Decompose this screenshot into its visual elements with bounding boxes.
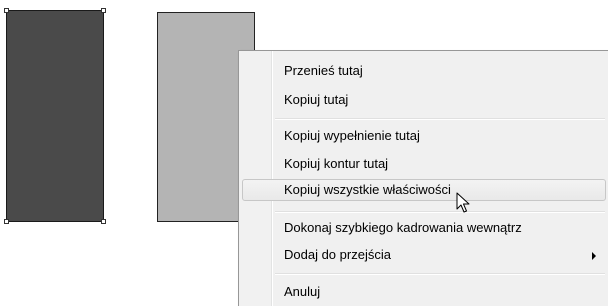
menu-separator bbox=[275, 211, 605, 213]
menu-item-add-to-blend[interactable]: Dodaj do przejścia bbox=[242, 244, 606, 266]
dark-rectangle[interactable] bbox=[4, 8, 106, 224]
menu-item-copy-here[interactable]: Kopiuj tutaj bbox=[242, 89, 606, 111]
menu-item-quick-powerclip-inside[interactable]: Dokonaj szybkiego kadrowania wewnątrz bbox=[242, 217, 606, 239]
menu-item-copy-all-properties[interactable]: Kopiuj wszystkie właściwości bbox=[242, 179, 606, 201]
menu-separator bbox=[275, 273, 605, 275]
chevron-right-icon bbox=[592, 252, 596, 260]
menu-item-copy-outline-here[interactable]: Kopiuj kontur tutaj bbox=[242, 153, 606, 175]
menu-item-label: Anuluj bbox=[284, 284, 321, 299]
menu-item-label: Kopiuj tutaj bbox=[284, 92, 349, 107]
menu-item-copy-fill-here[interactable]: Kopiuj wypełnienie tutaj bbox=[242, 125, 606, 147]
menu-item-cancel[interactable]: Anuluj bbox=[242, 281, 606, 303]
menu-item-move-here[interactable]: Przenieś tutaj bbox=[242, 60, 606, 82]
menu-item-label: Dodaj do przejścia bbox=[284, 247, 391, 262]
menu-item-label: Przenieś tutaj bbox=[284, 63, 363, 78]
menu-item-label: Kopiuj wypełnienie tutaj bbox=[284, 128, 420, 143]
menu-separator bbox=[275, 118, 605, 120]
menu-item-label: Dokonaj szybkiego kadrowania wewnątrz bbox=[284, 220, 522, 235]
arrow-pointer-icon bbox=[456, 192, 470, 213]
drawing-canvas[interactable]: Przenieś tutaj Kopiuj tutaj Kopiuj wypeł… bbox=[0, 0, 608, 306]
menu-item-label: Kopiuj wszystkie właściwości bbox=[284, 182, 451, 197]
menu-item-label: Kopiuj kontur tutaj bbox=[284, 156, 389, 171]
context-menu: Przenieś tutaj Kopiuj tutaj Kopiuj wypeł… bbox=[238, 50, 608, 306]
selection-handle-top-left[interactable] bbox=[4, 8, 9, 13]
selection-handle-bottom-left[interactable] bbox=[4, 219, 9, 224]
selection-handle-bottom-right[interactable] bbox=[101, 219, 106, 224]
selection-handle-top-right[interactable] bbox=[101, 8, 106, 13]
